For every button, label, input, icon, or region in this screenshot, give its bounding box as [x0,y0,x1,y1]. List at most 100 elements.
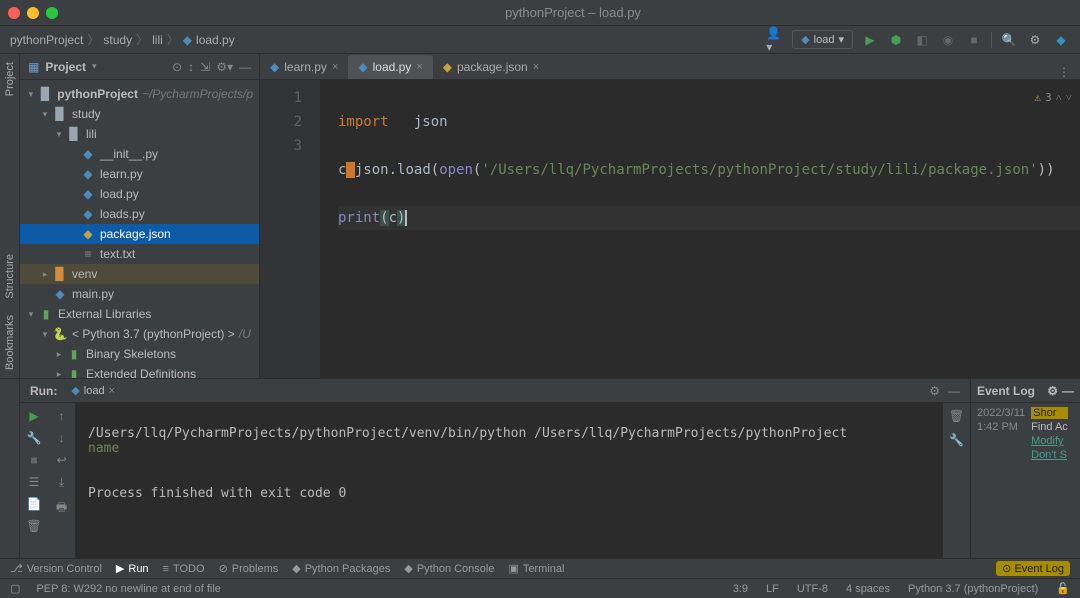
line-separator[interactable]: LF [766,583,779,595]
chevron-right-icon[interactable]: ▸ [38,269,52,280]
chevron-down-icon[interactable]: ▾ [24,309,38,320]
tree-external-libraries[interactable]: ▾ ▮ External Libraries [20,304,259,324]
chevron-right-icon[interactable]: ▸ [52,349,66,360]
print-icon[interactable]: 🖶 [56,498,67,519]
collapse-all-button[interactable]: ⇲ [200,60,210,74]
tools-icon[interactable]: 🔧 [27,431,42,445]
close-window-button[interactable] [8,7,20,19]
tree-python-sdk[interactable]: ▾ 🐍 < Python 3.7 (pythonProject) > /U [20,324,259,344]
event-log-tool-button[interactable]: ⊙ Event Log [996,561,1070,576]
hide-button[interactable]: — [1062,384,1074,398]
line-number[interactable]: 2 [260,110,302,134]
settings-gear-icon[interactable]: ⚙▾ [216,60,233,74]
tree-file-loads[interactable]: ◆ loads.py [20,204,259,224]
todo-tool-button[interactable]: ≡ TODO [163,563,205,575]
line-number[interactable]: 3 [260,134,302,158]
line-number-gutter[interactable]: 1 2 3 [260,80,320,378]
settings-gear-icon[interactable]: ⚙ [929,384,940,398]
stop-button[interactable]: ■ [965,31,983,49]
bookmarks-tool-button[interactable]: Bookmarks [4,307,16,378]
status-tool-window-icon[interactable]: ▢ [10,582,20,595]
settings-button[interactable]: ⚙ [1026,31,1044,49]
close-tab-icon[interactable]: × [533,61,539,73]
breadcrumb[interactable]: pythonProject 〉 study 〉 lili 〉 ◆ load.py [10,31,766,48]
project-tree[interactable]: ▾ ▉ pythonProject ~/PycharmProjects/p ▾ … [20,80,259,378]
caret-position[interactable]: 3:9 [733,583,748,595]
readonly-lock-icon[interactable]: 🔓 [1056,582,1070,595]
select-opened-file-button[interactable]: ⊙ [172,60,182,74]
chevron-down-icon[interactable]: ▾ [92,61,97,72]
event-log-body[interactable]: 2022/3/11 1:42 PM Shor Find Ac Modify Do… [971,403,1080,558]
run-console[interactable]: /Users/llq/PycharmProjects/pythonProject… [76,403,942,558]
debug-button[interactable]: ⬢ [887,31,905,49]
crumb-study[interactable]: study [103,33,132,47]
up-icon[interactable]: ↑ [59,409,65,423]
run-config-selector[interactable]: ◆ load ▾ [792,30,853,49]
python-interpreter[interactable]: Python 3.7 (pythonProject) [908,583,1038,595]
tools-icon[interactable]: 🔧 [949,433,964,447]
settings-gear-icon[interactable]: ⚙ [1047,384,1058,398]
editor-tab-load[interactable]: ◆ load.py × [348,55,432,79]
trash-icon[interactable]: 🗑 [949,409,964,423]
code-editor[interactable]: 1 2 3 import json c=json.load(open('/Use… [260,80,1080,378]
run-tool-button[interactable]: ▶ Run [116,562,149,575]
tree-file-load[interactable]: ◆ load.py [20,184,259,204]
tree-folder-venv[interactable]: ▸ ▉ venv [20,264,259,284]
chevron-down-icon[interactable]: ▾ [24,89,38,100]
tree-file-learn[interactable]: ◆ learn.py [20,164,259,184]
tree-folder-lili[interactable]: ▾ ▉ lili [20,124,259,144]
stop-button[interactable]: ■ [30,453,37,467]
version-control-tool-button[interactable]: ⎇ Version Control [10,562,102,575]
chevron-down-icon[interactable]: ˅ [1066,86,1072,110]
chevron-down-icon[interactable]: ▾ [38,329,52,340]
project-tool-title[interactable]: Project [45,60,86,74]
down-icon[interactable]: ↓ [59,431,65,445]
search-everywhere-button[interactable]: 🔍 [1000,31,1018,49]
ide-updates-icon[interactable]: ◆ [1052,31,1070,49]
tree-binary-skeletons[interactable]: ▸ ▮ Binary Skeletons [20,344,259,364]
close-tab-icon[interactable]: × [416,61,422,73]
run-coverage-button[interactable]: ◧ [913,31,931,49]
code-area[interactable]: import json c=json.load(open('/Users/llq… [320,80,1080,378]
event-modify-link[interactable]: Modify [1031,435,1068,447]
rerun-button[interactable]: ▶ [29,409,38,423]
tree-folder-study[interactable]: ▾ ▉ study [20,104,259,124]
tree-file-main[interactable]: ◆ main.py [20,284,259,304]
expand-all-button[interactable]: ↕ [188,60,194,74]
zoom-window-button[interactable] [46,7,58,19]
run-tab[interactable]: ◆ load × [71,384,115,397]
crumb-project[interactable]: pythonProject [10,33,83,47]
terminal-tool-button[interactable]: ▣ Terminal [508,562,564,575]
crumb-file[interactable]: load.py [196,33,235,47]
tree-file-text[interactable]: ≡ text.txt [20,244,259,264]
tree-extended-definitions[interactable]: ▸ ▮ Extended Definitions [20,364,259,378]
python-packages-tool-button[interactable]: ◆ Python Packages [292,562,390,575]
trash-icon[interactable]: 🗑 [26,519,41,533]
minimize-window-button[interactable] [27,7,39,19]
editor-tab-learn[interactable]: ◆ learn.py × [260,55,348,79]
crumb-lili[interactable]: lili [152,33,163,47]
add-user-icon[interactable]: 👤▾ [766,31,784,49]
tree-file-init[interactable]: ◆ __init__.py [20,144,259,164]
close-tab-icon[interactable]: × [332,61,338,73]
structure-tool-button[interactable]: Structure [4,246,16,307]
scroll-to-end-icon[interactable]: ⤓ [59,475,64,490]
profile-button[interactable]: ◉ [939,31,957,49]
problems-tool-button[interactable]: ⊘ Problems [219,562,279,575]
hide-button[interactable]: — [239,60,251,74]
tabs-menu-icon[interactable]: ⋮ [1054,65,1074,79]
layout-icon[interactable]: ☰ [29,475,40,489]
python-console-tool-button[interactable]: ◆ Python Console [404,562,494,575]
event-dont-show-link[interactable]: Don't S [1031,449,1068,461]
file-encoding[interactable]: UTF-8 [797,583,828,595]
line-number[interactable]: 1 [260,86,302,110]
chevron-down-icon[interactable]: ▾ [52,129,66,140]
export-icon[interactable]: 📄 [27,497,42,511]
soft-wrap-icon[interactable]: ↩ [56,453,66,467]
indent-config[interactable]: 4 spaces [846,583,890,595]
tree-root[interactable]: ▾ ▉ pythonProject ~/PycharmProjects/p [20,84,259,104]
hide-button[interactable]: — [948,384,960,398]
editor-tab-package[interactable]: ◆ package.json × [433,55,549,79]
tree-file-package[interactable]: ◆ package.json [20,224,259,244]
inspection-widget[interactable]: ⚠ 3 ˄ ˅ [1034,86,1072,110]
